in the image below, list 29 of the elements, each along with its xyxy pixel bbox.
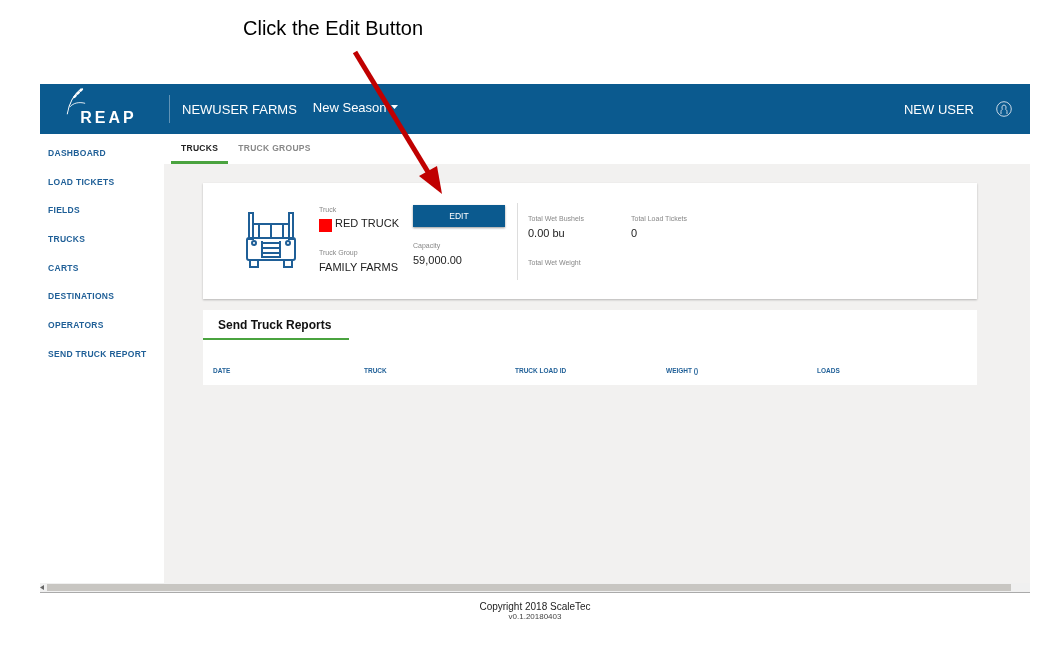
horizontal-scrollbar[interactable] bbox=[47, 584, 1011, 591]
stat-value: 0.00 bu bbox=[528, 227, 566, 239]
sidebar-item[interactable]: DESTINATIONS bbox=[40, 291, 164, 321]
truck-name: RED TRUCK bbox=[335, 216, 399, 229]
tab[interactable]: TRUCKS bbox=[171, 134, 229, 164]
sidebar-item[interactable]: SEND TRUCK REPORT bbox=[40, 348, 164, 378]
sidebar-item[interactable]: TRUCKS bbox=[40, 234, 164, 263]
stat-value: 0 bbox=[631, 227, 639, 239]
copyright-text: Copyright 2018 ScaleTec bbox=[479, 601, 591, 612]
scroll-left-icon[interactable] bbox=[40, 585, 45, 590]
version-text: v0.1.20180403 bbox=[508, 612, 562, 621]
sidebar-item[interactable]: LOAD TICKETS bbox=[40, 176, 164, 206]
capacity-value: 59,000.00 bbox=[413, 254, 463, 266]
tab[interactable]: TRUCK GROUPS bbox=[228, 134, 321, 164]
sidebar-item[interactable]: DASHBOARD bbox=[40, 148, 164, 177]
farm-name: NEWUSER FARMS bbox=[182, 101, 297, 117]
edit-button[interactable]: EDIT bbox=[413, 205, 505, 227]
season-dropdown[interactable]: New Season bbox=[312, 99, 398, 115]
caret-icon bbox=[390, 105, 398, 109]
truck-group: FAMILY FARMS bbox=[319, 261, 413, 273]
sidebar-item[interactable]: FIELDS bbox=[40, 205, 164, 235]
user-name[interactable]: NEW USER bbox=[903, 101, 974, 117]
truck-icon bbox=[245, 212, 297, 269]
user-icon[interactable] bbox=[996, 101, 1012, 117]
sidebar-item[interactable]: CARTS bbox=[40, 262, 164, 292]
sidebar-item[interactable]: OPERATORS bbox=[40, 320, 164, 349]
section-title: Send Truck Reports bbox=[203, 310, 350, 340]
instruction-caption: Click the Edit Button bbox=[243, 17, 424, 39]
brand-logo[interactable]: REAP bbox=[72, 109, 137, 134]
